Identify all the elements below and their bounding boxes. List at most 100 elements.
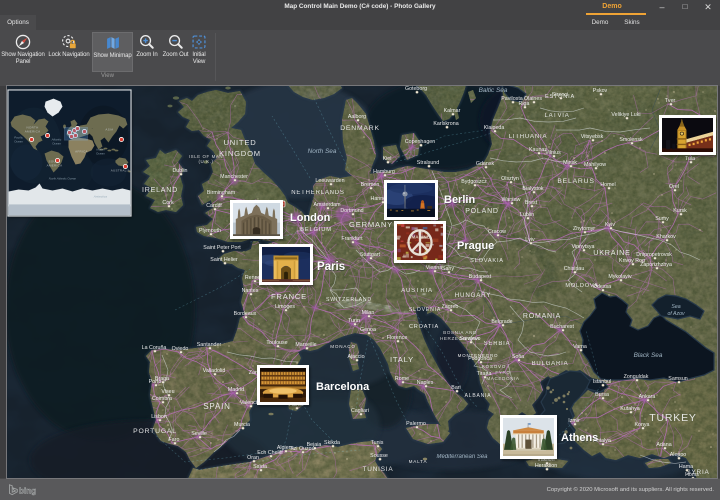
- svg-text:AFRICA: AFRICA: [75, 150, 88, 154]
- svg-text:ASIA: ASIA: [105, 128, 113, 132]
- svg-text:Bursa: Bursa: [595, 392, 609, 398]
- svg-text:Sarajevo: Sarajevo: [460, 336, 481, 342]
- svg-text:AUSTRALIA: AUSTRALIA: [111, 168, 130, 172]
- svg-text:Kursk: Kursk: [673, 208, 687, 214]
- svg-text:Palermo: Palermo: [406, 421, 426, 427]
- svg-text:NETHERLANDS: NETHERLANDS: [291, 190, 344, 196]
- svg-text:CROATIA: CROATIA: [409, 324, 439, 330]
- svg-text:Athens: Athens: [561, 432, 598, 444]
- svg-text:Saint Peter Port: Saint Peter Port: [203, 245, 241, 251]
- svg-text:Klaipeda: Klaipeda: [484, 125, 505, 131]
- svg-text:Olaines: Olaines: [524, 96, 542, 102]
- svg-text:Olsztyn: Olsztyn: [501, 176, 519, 182]
- svg-text:Paris: Paris: [317, 261, 345, 273]
- svg-text:ITALY: ITALY: [390, 355, 414, 364]
- svg-text:Vilnius: Vilnius: [545, 150, 561, 156]
- svg-text:Stralsund: Stralsund: [417, 160, 439, 166]
- svg-text:MONACO: MONACO: [330, 344, 355, 349]
- svg-text:Cork: Cork: [162, 200, 174, 206]
- svg-text:LITHUANIA: LITHUANIA: [509, 134, 548, 140]
- svg-text:North Sea: North Sea: [308, 148, 337, 155]
- svg-text:Belgrade: Belgrade: [491, 319, 512, 325]
- svg-text:Sahy: Sahy: [442, 266, 454, 272]
- svg-text:Sumy: Sumy: [655, 216, 669, 222]
- svg-text:Gdansk: Gdansk: [476, 161, 495, 167]
- svg-text:Kalmar: Kalmar: [444, 108, 461, 114]
- svg-text:AUSTRIA: AUSTRIA: [401, 288, 433, 294]
- svg-text:Bydgoszcz: Bydgoszcz: [461, 179, 487, 185]
- svg-text:Bordeaux: Bordeaux: [234, 311, 257, 317]
- svg-text:North Atlantic Ocean: North Atlantic Ocean: [49, 176, 77, 180]
- svg-text:ROMANIA: ROMANIA: [523, 313, 561, 320]
- svg-text:Tizi Ouzou: Tizi Ouzou: [289, 446, 314, 452]
- svg-text:POLAND: POLAND: [465, 208, 499, 215]
- svg-text:Warsaw: Warsaw: [502, 197, 521, 203]
- svg-text:Amsterdam: Amsterdam: [313, 202, 341, 208]
- svg-text:Coimbra: Coimbra: [152, 396, 172, 402]
- svg-text:Kaunas: Kaunas: [529, 147, 547, 153]
- svg-text:Dublin: Dublin: [172, 168, 187, 174]
- svg-text:Aalborg: Aalborg: [348, 114, 366, 120]
- svg-text:Zagreb: Zagreb: [442, 304, 459, 310]
- svg-text:Madrid: Madrid: [228, 387, 244, 393]
- svg-text:ALBANIA: ALBANIA: [465, 393, 492, 399]
- svg-text:Bremen: Bremen: [361, 182, 380, 188]
- svg-text:TUNISIA: TUNISIA: [363, 466, 394, 473]
- svg-text:Skikda: Skikda: [324, 440, 340, 446]
- svg-text:Krivoy Rog: Krivoy Rog: [619, 258, 645, 264]
- svg-text:Valladolid: Valladolid: [203, 368, 226, 374]
- svg-text:Zhytomyr: Zhytomyr: [573, 226, 595, 232]
- svg-text:BULGARIA: BULGARIA: [532, 361, 569, 367]
- svg-text:Antarctica: Antarctica: [93, 194, 108, 198]
- svg-text:Chisinau: Chisinau: [564, 266, 585, 272]
- svg-text:bing: bing: [19, 487, 36, 496]
- svg-text:Mediterranean Sea: Mediterranean Sea: [436, 454, 488, 460]
- svg-text:Kutahya: Kutahya: [620, 406, 639, 412]
- svg-text:Tver: Tver: [665, 98, 676, 104]
- svg-text:AMERICA: AMERICA: [25, 130, 41, 134]
- svg-text:KINGDOM: KINGDOM: [219, 149, 261, 158]
- svg-text:Prague: Prague: [457, 240, 494, 252]
- svg-text:Saint Helier: Saint Helier: [210, 257, 238, 263]
- svg-text:Santander: Santander: [197, 342, 222, 348]
- svg-text:Samsun: Samsun: [668, 376, 687, 382]
- svg-text:Heraklion: Heraklion: [535, 463, 557, 469]
- svg-text:Aleppo: Aleppo: [670, 452, 687, 458]
- svg-text:Sousse: Sousse: [370, 453, 388, 459]
- svg-text:SERBIA: SERBIA: [484, 341, 511, 347]
- svg-text:Varna: Varna: [573, 344, 587, 350]
- svg-text:AMERICA: AMERICA: [47, 163, 63, 167]
- svg-text:Marseille: Marseille: [295, 342, 316, 348]
- svg-text:Plymouth: Plymouth: [199, 228, 221, 234]
- svg-text:Leeuwarden: Leeuwarden: [315, 178, 344, 184]
- svg-text:Mykolayiv: Mykolayiv: [608, 274, 632, 280]
- svg-text:PORTUGAL: PORTUGAL: [133, 428, 177, 435]
- svg-text:Frankfurt: Frankfurt: [341, 236, 363, 242]
- svg-text:Lublin: Lublin: [520, 212, 534, 218]
- svg-text:Kharkov: Kharkov: [656, 234, 676, 240]
- svg-text:London: London: [290, 212, 331, 224]
- svg-text:Florence: Florence: [387, 335, 408, 341]
- svg-text:Kiel: Kiel: [383, 156, 392, 162]
- svg-text:Odessa: Odessa: [593, 284, 611, 290]
- svg-text:Sea: Sea: [671, 304, 680, 310]
- svg-text:Toulouse: Toulouse: [266, 340, 287, 346]
- svg-text:Lviv: Lviv: [525, 237, 535, 243]
- svg-text:La Coruña: La Coruña: [142, 345, 167, 351]
- svg-text:Smolensk: Smolensk: [619, 137, 643, 143]
- svg-text:Nantes: Nantes: [242, 288, 259, 294]
- svg-text:Izmir: Izmir: [568, 418, 580, 424]
- svg-text:Kyiv: Kyiv: [605, 222, 615, 228]
- svg-text:Goteborg: Goteborg: [405, 86, 427, 92]
- svg-text:FRANCE: FRANCE: [271, 292, 307, 301]
- svg-text:Cardiff: Cardiff: [206, 203, 222, 209]
- svg-text:SWITZERLAND: SWITZERLAND: [326, 297, 372, 303]
- svg-text:Ocean: Ocean: [96, 151, 105, 155]
- svg-text:Budapest: Budapest: [469, 274, 492, 280]
- svg-text:Milan: Milan: [362, 310, 375, 316]
- svg-text:Pskov: Pskov: [593, 88, 608, 94]
- svg-text:Copenhagen: Copenhagen: [405, 139, 435, 145]
- svg-text:FYRO: FYRO: [495, 370, 510, 375]
- svg-text:BOSNIA AND: BOSNIA AND: [443, 330, 477, 335]
- svg-text:Naples: Naples: [417, 380, 434, 386]
